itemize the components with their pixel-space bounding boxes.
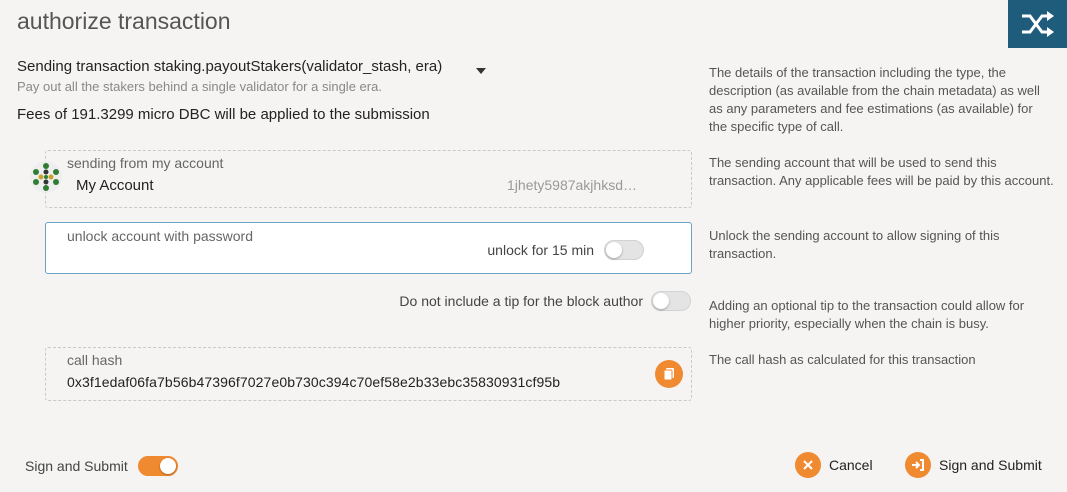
transaction-help: The details of the transaction including… xyxy=(709,65,1040,134)
unlock-toggle[interactable] xyxy=(604,240,644,260)
account-name: My Account xyxy=(76,177,154,194)
unlock-duration-label: unlock for 15 min xyxy=(487,242,594,258)
sign-submit-label: Sign and Submit xyxy=(939,457,1042,473)
sign-submit-toggle[interactable] xyxy=(138,456,178,476)
sign-submit-button[interactable]: Sign and Submit xyxy=(905,452,1042,478)
transaction-description: Pay out all the stakers behind a single … xyxy=(17,79,382,94)
copy-icon xyxy=(663,368,674,381)
sign-in-icon xyxy=(905,452,931,478)
tip-toggle[interactable] xyxy=(651,291,691,311)
call-hash-help: The call hash as calculated for this tra… xyxy=(709,352,976,367)
tip-label: Do not include a tip for the block autho… xyxy=(399,293,643,309)
copy-button[interactable] xyxy=(655,360,683,388)
transaction-call: Sending transaction staking.payoutStaker… xyxy=(17,58,443,75)
sign-submit-toggle-label: Sign and Submit xyxy=(25,458,128,474)
account-help: The sending account that will be used to… xyxy=(709,155,1054,188)
account-address: 1jhety5987akjhksd… xyxy=(507,177,637,193)
unlock-label: unlock account with password xyxy=(67,228,253,244)
transaction-fees: Fees of 191.3299 micro DBC will be appli… xyxy=(17,106,430,123)
account-field[interactable]: sending from my account My Account 1jhet… xyxy=(45,150,692,208)
call-hash-value: 0x3f1edaf06fa7b56b47396f7027e0b730c394c7… xyxy=(67,374,561,390)
cancel-button[interactable]: Cancel xyxy=(795,452,873,478)
call-hash-label: call hash xyxy=(67,352,123,368)
account-label: sending from my account xyxy=(67,155,224,171)
tip-help: Adding an optional tip to the transactio… xyxy=(709,298,1025,331)
shuffle-icon xyxy=(1021,11,1054,37)
modal-title: authorize transaction xyxy=(17,8,231,34)
cancel-label: Cancel xyxy=(829,457,873,473)
close-icon xyxy=(795,452,821,478)
call-hash-field: call hash 0x3f1edaf06fa7b56b47396f7027e0… xyxy=(45,347,692,401)
unlock-help: Unlock the sending account to allow sign… xyxy=(709,228,1000,261)
unlock-password-field[interactable]: unlock account with password unlock for … xyxy=(45,222,692,274)
identicon-avatar xyxy=(30,161,62,193)
shuffle-button[interactable] xyxy=(1008,0,1067,48)
chevron-down-icon[interactable] xyxy=(476,68,486,74)
